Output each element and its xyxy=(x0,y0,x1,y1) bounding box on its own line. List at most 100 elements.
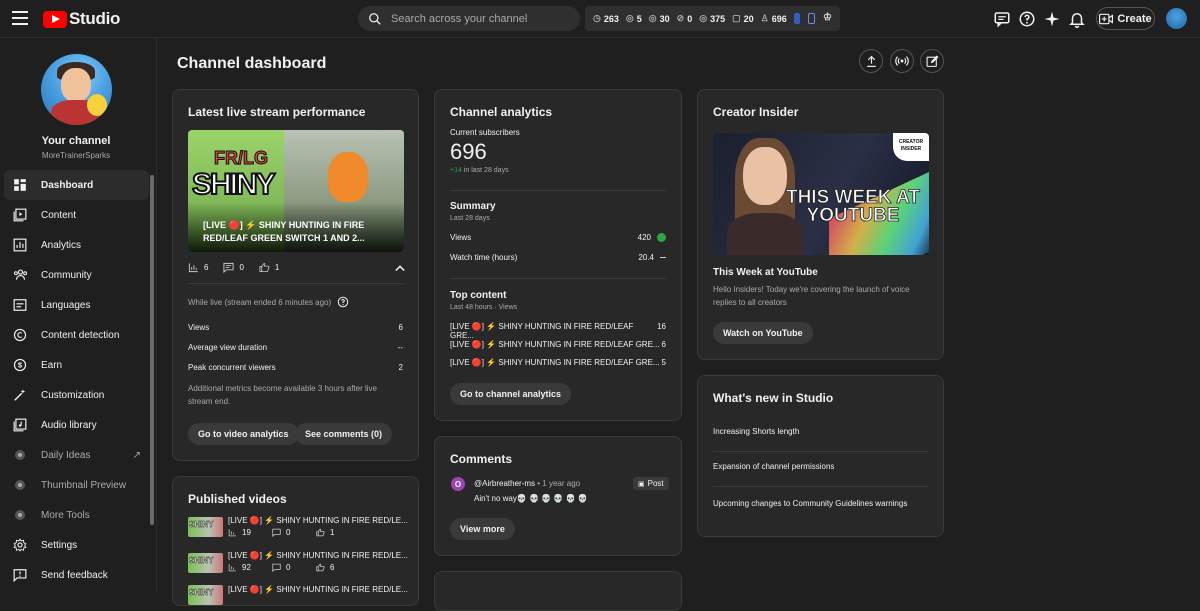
subs-change: +14 in last 28 days xyxy=(450,167,509,174)
top-content-row[interactable]: [LIVE 🔴] ⚡ SHINY HUNTING IN FIRE RED/LEA… xyxy=(450,340,666,349)
video-title[interactable]: [LIVE 🔴] ⚡ SHINY HUNTING IN FIRE RED/LE.… xyxy=(228,516,408,525)
top-content-row[interactable]: [LIVE 🔴] ⚡ SHINY HUNTING IN FIRE RED/LEA… xyxy=(450,358,666,367)
sidebar-item-settings[interactable]: Settings xyxy=(4,530,149,560)
extension-icon[interactable] xyxy=(793,13,800,24)
live-performance-card: Latest live stream performance FR/LG SHI… xyxy=(172,89,419,461)
trend-up-icon xyxy=(657,233,666,242)
sidebar-item-send-feedback[interactable]: Send feedback xyxy=(4,560,149,590)
post-badge: ▣ Post xyxy=(633,477,669,490)
top-content-row[interactable]: [LIVE 🔴] ⚡ SHINY HUNTING IN FIRE RED/LEA… xyxy=(450,322,666,340)
news-item[interactable]: Upcoming changes to Community Guidelines… xyxy=(713,497,913,510)
sidebar-item-audio-library[interactable]: Audio library xyxy=(4,410,149,440)
channel-title[interactable]: Your channel xyxy=(0,135,152,147)
summary-row-watch-time: Watch time (hours) 20.4 xyxy=(450,253,666,262)
languages-icon xyxy=(12,297,28,313)
search-bar[interactable] xyxy=(358,6,580,31)
next-card xyxy=(434,571,682,611)
live-broadcast-icon xyxy=(895,56,909,66)
bar-chart-icon xyxy=(188,263,198,273)
sidebar-item-more-tools[interactable]: More Tools xyxy=(4,500,149,530)
search-input[interactable] xyxy=(391,12,561,25)
video-analytics-button[interactable]: Go to video analytics xyxy=(188,423,299,445)
avatar-face xyxy=(61,68,91,102)
eye-icon: ◎ xyxy=(648,13,657,23)
sparkle-icon[interactable] xyxy=(1043,10,1061,28)
sidebar-item-analytics[interactable]: Analytics xyxy=(4,230,149,260)
sidebar-item-thumbnail-preview[interactable]: Thumbnail Preview xyxy=(4,470,149,500)
view-more-button[interactable]: View more xyxy=(450,518,515,540)
menu-icon[interactable] xyxy=(12,11,28,25)
thumbnail-frlg-text: FR/LG xyxy=(214,148,269,169)
upload-button[interactable] xyxy=(859,49,883,73)
thumbs-up-icon xyxy=(316,563,325,572)
create-post-button[interactable] xyxy=(920,49,944,73)
help-icon[interactable] xyxy=(1018,10,1036,28)
sidebar-item-languages[interactable]: Languages xyxy=(4,290,149,320)
svg-text:$: $ xyxy=(18,361,23,370)
thumbs-up-icon xyxy=(316,528,325,537)
top-content-sub: Last 48 hours · Views xyxy=(450,304,518,311)
video-plus-icon xyxy=(1099,13,1114,24)
video-thumbnail[interactable]: SHINY xyxy=(188,553,223,573)
collapse-chevron-icon[interactable] xyxy=(395,264,405,272)
channel-avatar[interactable] xyxy=(41,54,112,125)
sidebar-item-customization[interactable]: Customization xyxy=(4,380,149,410)
messages-icon[interactable] xyxy=(993,10,1011,28)
sidebar-item-daily-ideas[interactable]: Daily Ideas ↗ xyxy=(4,440,149,470)
go-live-button[interactable] xyxy=(890,49,914,73)
video-thumbnail[interactable]: SHINY xyxy=(188,585,223,605)
create-button[interactable]: Create xyxy=(1096,7,1155,30)
post-icon: ▣ xyxy=(638,480,645,488)
metrics-note: Additional metrics become available 3 ho… xyxy=(188,384,377,406)
sidebar-item-dashboard[interactable]: Dashboard xyxy=(4,170,149,200)
dashboard-icon xyxy=(12,177,28,193)
live-thumbnail[interactable]: FR/LG SHINY [LIVE 🔴] ⚡ SHINY HUNTING IN … xyxy=(188,130,404,252)
list-extension-icon[interactable] xyxy=(807,13,816,24)
creator-insider-card: Creator Insider THIS WEEK AT YOUTUBE CRE… xyxy=(697,89,944,360)
help-icon[interactable] xyxy=(337,296,349,308)
video-thumbnail[interactable]: SHINY xyxy=(188,517,223,537)
views-stat: 19 xyxy=(228,528,272,537)
video-stats: 92 0 6 xyxy=(228,563,360,572)
sidebar-item-earn[interactable]: $ Earn xyxy=(4,350,149,380)
search-icon xyxy=(369,12,381,25)
person-icon: ♙ xyxy=(760,13,769,23)
video-title[interactable]: [LIVE 🔴] ⚡ SHINY HUNTING IN FIRE RED/LE.… xyxy=(228,551,408,560)
thumb-text: SHINY xyxy=(189,556,214,565)
comments-stat: 0 xyxy=(272,528,316,537)
top-content-title: Top content xyxy=(450,290,507,301)
avatar-pokemon xyxy=(87,94,107,116)
news-item[interactable]: Expansion of channel permissions xyxy=(713,462,834,471)
trophy-icon[interactable]: ♔ xyxy=(823,13,832,24)
subs-value: 696 xyxy=(450,139,487,164)
bar-chart-icon xyxy=(228,529,236,537)
insider-thumbnail[interactable]: THIS WEEK AT YOUTUBE CREATOR INSIDER xyxy=(713,133,929,255)
insider-video-title[interactable]: This Week at YouTube xyxy=(713,267,818,278)
feedback-icon xyxy=(12,567,28,583)
extension-stats-bar: ◷ 263 ◎ 5 ◎ 30 ⊘ 0 ◎ 375 ▢ 20 ♙ 696 ♔ xyxy=(585,6,840,31)
extension-icon xyxy=(12,477,28,493)
whats-new-title: What's new in Studio xyxy=(713,391,834,405)
sidebar-scrollbar[interactable] xyxy=(150,175,154,525)
live-video-title[interactable]: [LIVE 🔴] ⚡ SHINY HUNTING IN FIRE RED/LEA… xyxy=(203,219,373,245)
news-item[interactable]: Increasing Shorts length xyxy=(713,427,799,436)
commenter-avatar[interactable]: O xyxy=(451,477,465,491)
eye-icon: ◎ xyxy=(699,13,708,23)
account-avatar[interactable] xyxy=(1166,8,1187,29)
news-divider xyxy=(713,451,928,452)
video-title[interactable]: [LIVE 🔴] ⚡ SHINY HUNTING IN FIRE RED/LE.… xyxy=(228,585,408,594)
upload-icon xyxy=(866,55,876,67)
studio-logo[interactable]: Studio xyxy=(43,9,120,29)
see-comments-button[interactable]: See comments (0) xyxy=(295,423,393,445)
channel-analytics-card: Channel analytics Current subscribers 69… xyxy=(434,89,682,421)
copyright-icon xyxy=(12,327,28,343)
sidebar-nav: Dashboard Content Analytics Community La… xyxy=(4,170,149,590)
sidebar-item-content-detection[interactable]: Content detection xyxy=(4,320,149,350)
watch-on-youtube-button[interactable]: Watch on YouTube xyxy=(713,322,813,344)
channel-analytics-button[interactable]: Go to channel analytics xyxy=(450,383,572,405)
notifications-icon[interactable] xyxy=(1068,10,1086,28)
analytics-title: Channel analytics xyxy=(450,105,553,119)
sidebar-item-community[interactable]: Community xyxy=(4,260,149,290)
sidebar-item-content[interactable]: Content xyxy=(4,200,149,230)
comment-icon: ▢ xyxy=(732,13,741,23)
